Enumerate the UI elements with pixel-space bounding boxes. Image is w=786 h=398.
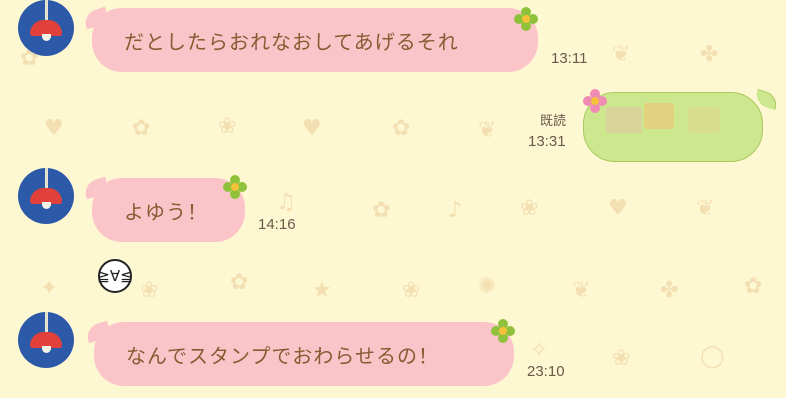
message-bubble[interactable]: だとしたらおれなおしてあげるそれ bbox=[92, 8, 538, 72]
message-text: よゆう！ bbox=[124, 199, 208, 224]
message-time: 13:31 bbox=[528, 133, 566, 150]
blurred-content bbox=[606, 107, 642, 133]
green-flower-icon bbox=[514, 7, 538, 31]
green-flower-icon bbox=[491, 319, 515, 343]
message-time: 14:16 bbox=[258, 216, 296, 233]
message-time: 23:10 bbox=[527, 363, 565, 380]
read-receipt: 既読 bbox=[540, 114, 567, 129]
message-text: だとしたらおれなおしてあげるそれ bbox=[124, 29, 459, 54]
sticker-face-icon[interactable]: ≧∀≦ bbox=[97, 259, 133, 293]
outgoing-message-bubble[interactable] bbox=[583, 92, 763, 162]
message-time: 13:11 bbox=[551, 50, 588, 67]
message-text: なんでスタンプでおわらせるの！ bbox=[126, 343, 439, 368]
message-bubble[interactable]: なんでスタンプでおわらせるの！ bbox=[94, 322, 514, 386]
friend-avatar[interactable] bbox=[18, 168, 74, 224]
blurred-content bbox=[688, 107, 720, 133]
sticker-face: ≧∀≦ bbox=[97, 267, 133, 285]
friend-avatar[interactable] bbox=[18, 0, 74, 56]
blurred-content bbox=[644, 103, 674, 129]
friend-avatar[interactable] bbox=[18, 312, 74, 368]
green-flower-icon bbox=[223, 175, 247, 199]
pink-flower-icon bbox=[583, 89, 607, 113]
